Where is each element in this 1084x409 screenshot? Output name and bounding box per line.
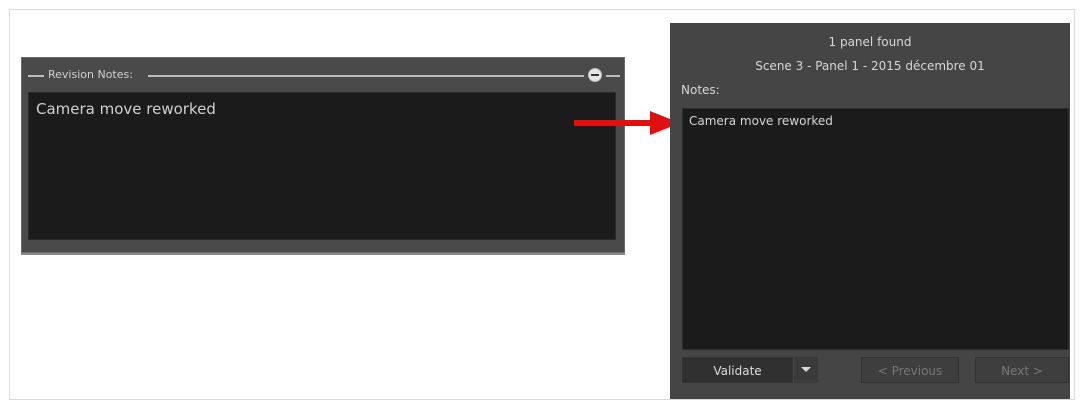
header-rule-middle xyxy=(148,75,584,77)
right-arrow xyxy=(574,111,680,135)
revision-notes-textarea[interactable]: Camera move reworked xyxy=(28,92,616,240)
notes-textarea[interactable]: Camera move reworked xyxy=(682,108,1069,350)
previous-button[interactable]: < Previous xyxy=(861,357,959,383)
panels-found-count: 1 panel found xyxy=(828,35,912,49)
panel-search-result: 1 panel found Scene 3 - Panel 1 - 2015 d… xyxy=(670,23,1070,399)
notes-label: Notes: xyxy=(681,83,720,97)
chevron-down-icon[interactable] xyxy=(794,357,818,383)
revision-notes-panel: Revision Notes: Camera move reworked xyxy=(21,57,625,255)
scene-panel-info: Scene 3 - Panel 1 - 2015 décembre 01 xyxy=(755,59,985,73)
revision-notes-title: Revision Notes: xyxy=(48,68,133,81)
minus-circle-icon[interactable] xyxy=(588,68,602,82)
header-rule-left xyxy=(28,75,44,77)
next-button[interactable]: Next > xyxy=(975,357,1069,383)
header-rule-right xyxy=(606,75,620,77)
panel-bottom-rule xyxy=(21,253,625,255)
revision-notes-header: Revision Notes: xyxy=(28,68,620,82)
validate-button[interactable]: Validate xyxy=(682,357,793,383)
